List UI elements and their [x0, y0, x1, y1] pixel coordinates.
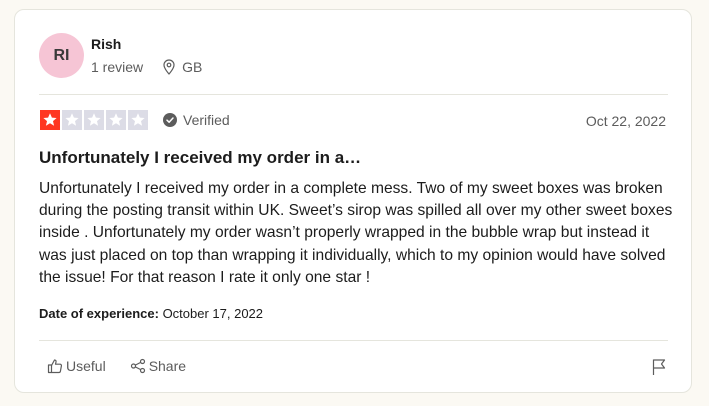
review-title[interactable]: Unfortunately I received my order in a… [39, 148, 361, 168]
experience-label: Date of experience: [39, 306, 159, 321]
reviewer-country: GB [182, 59, 203, 75]
star-empty [84, 110, 104, 130]
share-icon [130, 358, 146, 374]
star-empty [106, 110, 126, 130]
location-pin-icon [162, 59, 176, 75]
star-filled [40, 110, 60, 130]
verified-label: Verified [183, 112, 230, 128]
review-count: 1 review [91, 59, 144, 75]
review-date: Oct 22, 2022 [585, 113, 666, 129]
experience-date: October 17, 2022 [162, 306, 264, 321]
review-body: Unfortunately I received my order in a c… [39, 180, 673, 286]
report-flag-button[interactable] [651, 358, 667, 376]
review-card: RI Rish 1 review GB Verified Oct 22, 202… [14, 9, 692, 393]
header-divider [39, 94, 668, 95]
verified-badge[interactable]: Verified [163, 112, 230, 128]
footer-divider [39, 340, 668, 341]
useful-label: Useful [66, 358, 106, 374]
reviewer-meta: 1 review GB [91, 59, 202, 75]
star-empty [62, 110, 82, 130]
date-of-experience: Date of experience: October 17, 2022 [39, 306, 263, 321]
useful-button[interactable]: Useful [47, 358, 106, 374]
star-rating [40, 110, 148, 130]
star-empty [128, 110, 148, 130]
review-actions: Useful Share [47, 358, 210, 374]
share-button[interactable]: Share [130, 358, 186, 374]
flag-icon [651, 358, 667, 376]
reviewer-name[interactable]: Rish [91, 36, 121, 52]
thumbs-up-icon [47, 358, 63, 374]
verified-check-icon [163, 113, 177, 127]
share-label: Share [148, 358, 187, 374]
avatar[interactable]: RI [39, 33, 84, 78]
